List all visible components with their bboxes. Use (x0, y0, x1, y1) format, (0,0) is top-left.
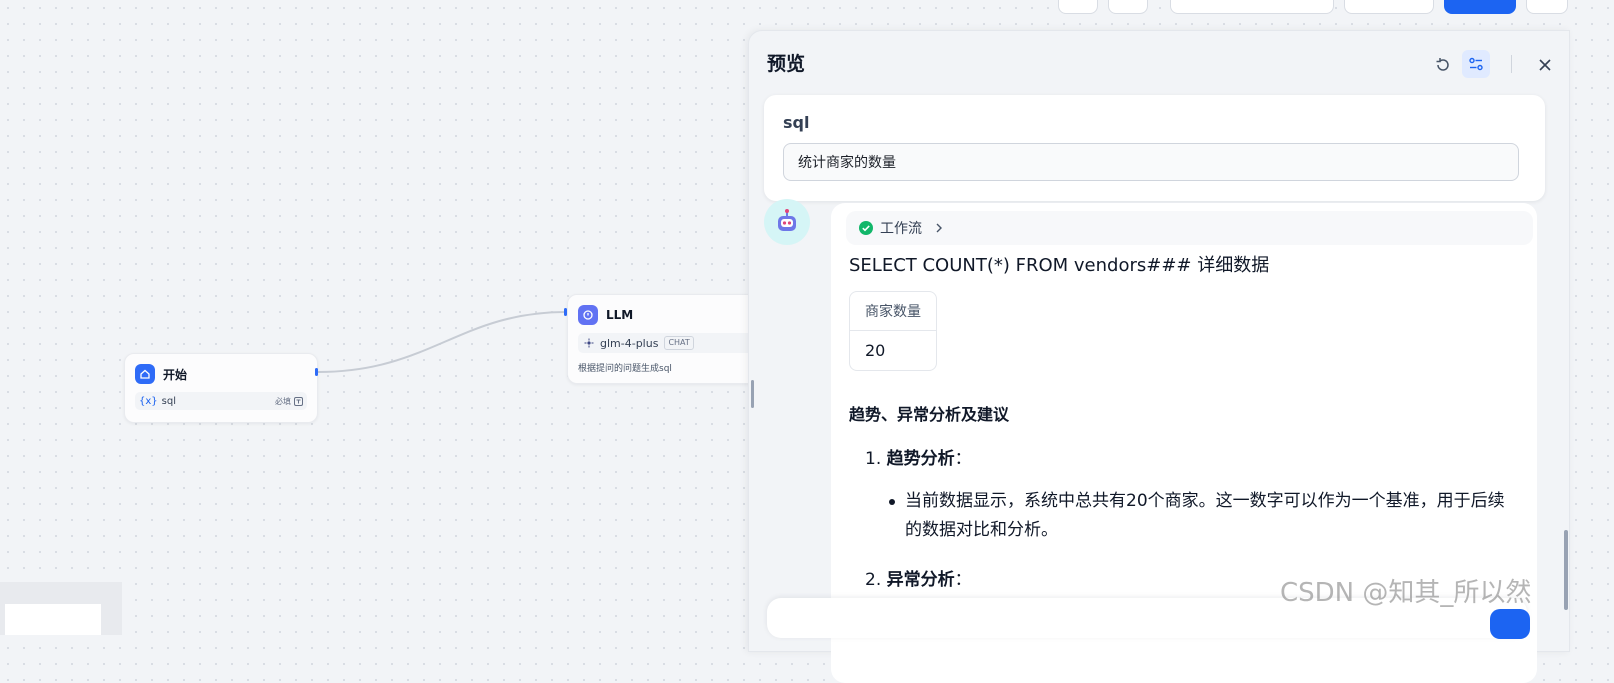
robot-icon (778, 209, 796, 231)
llm-model-row[interactable]: glm-4-plus CHAT (578, 333, 758, 353)
preview-title: 预览 (767, 53, 806, 75)
llm-icon (578, 305, 598, 325)
minimap[interactable] (0, 582, 122, 635)
header-divider (1511, 55, 1512, 73)
close-icon (1539, 59, 1551, 71)
start-node-output-port[interactable] (315, 368, 318, 376)
llm-node-title: LLM (606, 308, 634, 322)
start-variable-name: sql (161, 395, 176, 407)
start-node-title: 开始 (163, 367, 188, 382)
model-provider-icon (584, 338, 594, 348)
toolbar-button-fragment[interactable] (1058, 0, 1098, 14)
bot-avatar (764, 199, 810, 245)
result-table: 商家数量 20 (849, 291, 937, 371)
variable-settings-icon (1469, 57, 1483, 71)
features-button-fragment[interactable] (1344, 0, 1434, 14)
preview-panel: 预览 sql 工作流 SELECT COUNT(*) FROM vendors#… (748, 30, 1570, 683)
toolbar-button-fragment[interactable] (1526, 0, 1568, 14)
start-node[interactable]: 开始 {x} sql 必填 (124, 353, 318, 423)
sql-variable-input[interactable] (783, 143, 1519, 181)
watermark: CSDN @知其_所以然 (1280, 578, 1532, 608)
table-cell: 20 (865, 341, 886, 360)
toolbar-button-fragment[interactable] (1108, 0, 1148, 14)
minimap-viewport[interactable] (5, 604, 101, 635)
list-item: 2. 异常分析： (865, 570, 972, 590)
chat-mode-tag: CHAT (664, 336, 694, 350)
panel-resize-handle[interactable] (751, 380, 754, 408)
variable-label: sql (783, 113, 810, 132)
restart-button[interactable] (1431, 53, 1455, 77)
llm-node-input-port[interactable] (564, 308, 567, 316)
run-button-fragment[interactable] (1170, 0, 1334, 14)
list-item: 1. 趋势分析： (865, 449, 972, 469)
close-button[interactable] (1534, 54, 1556, 76)
text-input-icon (294, 396, 303, 406)
table-row: 20 (850, 331, 936, 370)
required-label: 必填 (275, 396, 291, 406)
chat-scrollbar[interactable] (1564, 530, 1568, 610)
llm-model-name: glm-4-plus (600, 336, 659, 350)
chevron-right-icon (936, 223, 942, 233)
table-header-cell: 商家数量 (850, 292, 936, 331)
workflow-chip-label: 工作流 (880, 221, 922, 237)
list-item-title: 异常分析 (886, 570, 955, 590)
list-item-title: 趋势分析 (886, 449, 955, 469)
start-variable-row[interactable]: {x} sql 必填 (135, 392, 307, 410)
workflow-process-chip[interactable]: 工作流 (846, 211, 1533, 245)
home-icon (135, 364, 155, 384)
input-variables-card: sql (764, 95, 1545, 201)
restart-icon (1436, 58, 1449, 71)
generated-sql-text: SELECT COUNT(*) FROM vendors### 详细数据 (849, 255, 1270, 276)
variables-toggle-button[interactable] (1462, 50, 1490, 78)
analysis-heading: 趋势、异常分析及建议 (849, 405, 1010, 424)
llm-node-description: 根据提问的问题生成sql (578, 364, 672, 374)
bullet-item: 当前数据显示，系统中总共有20个商家。这一数字可以作为一个基准，用于后续的数据对… (889, 487, 1505, 545)
publish-button-fragment[interactable] (1444, 0, 1516, 14)
variable-icon: {x} (139, 395, 158, 407)
llm-node[interactable]: LLM glm-4-plus CHAT 根据提问的问题生成sql (567, 294, 769, 384)
check-circle-icon (859, 221, 873, 235)
